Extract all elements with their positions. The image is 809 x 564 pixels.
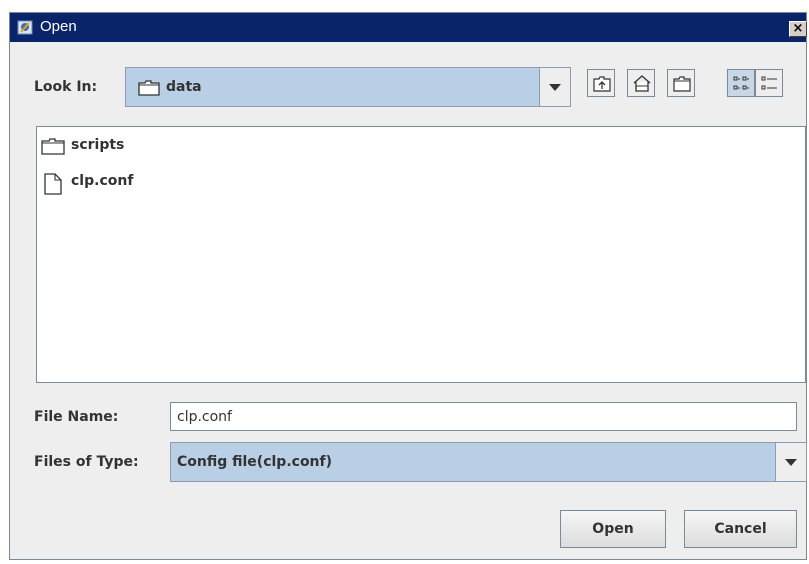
chevron-down-icon <box>549 84 561 91</box>
list-item-file[interactable]: clp.conf <box>41 171 161 195</box>
file-list[interactable]: scripts clp.conf <box>36 126 806 383</box>
up-folder-icon <box>593 76 611 92</box>
close-icon: × <box>792 21 804 36</box>
file-name-field[interactable] <box>170 402 797 431</box>
details-view-button[interactable] <box>755 69 783 97</box>
file-name-label: File Name: <box>34 409 119 425</box>
title-bar[interactable]: Open × <box>10 13 807 42</box>
home-icon <box>633 75 651 92</box>
file-type-label: Files of Type: <box>34 454 139 470</box>
look-in-label: Look In: <box>34 79 98 95</box>
file-icon <box>44 173 62 195</box>
window-title: Open <box>40 18 77 35</box>
open-dialog: Open × Look In: data scripts clp.conf Fi… <box>9 12 807 560</box>
look-in-value: data <box>166 79 202 95</box>
look-in-combo[interactable]: data <box>125 67 571 107</box>
list-item-folder[interactable]: scripts <box>41 135 161 159</box>
open-button[interactable]: Open <box>560 510 666 548</box>
up-one-level-button[interactable] <box>587 69 615 97</box>
list-view-icon <box>733 76 749 90</box>
new-folder-icon <box>673 76 691 92</box>
folder-icon <box>138 80 160 96</box>
file-name: clp.conf <box>71 173 134 189</box>
cancel-button[interactable]: Cancel <box>684 510 797 548</box>
look-in-dropdown-button[interactable] <box>539 68 570 106</box>
java-app-icon <box>17 20 33 35</box>
file-name-input[interactable] <box>171 403 796 430</box>
home-button[interactable] <box>627 69 655 97</box>
file-type-combo[interactable]: Config file(clp.conf) <box>170 442 807 482</box>
file-type-value: Config file(clp.conf) <box>177 454 333 470</box>
close-button[interactable]: × <box>789 21 807 37</box>
new-folder-button[interactable] <box>667 69 695 97</box>
details-view-icon <box>761 76 777 90</box>
list-view-button[interactable] <box>727 69 755 97</box>
file-type-dropdown-button[interactable] <box>775 443 806 481</box>
chevron-down-icon <box>785 459 797 466</box>
file-name: scripts <box>71 137 125 153</box>
folder-icon <box>41 138 65 155</box>
